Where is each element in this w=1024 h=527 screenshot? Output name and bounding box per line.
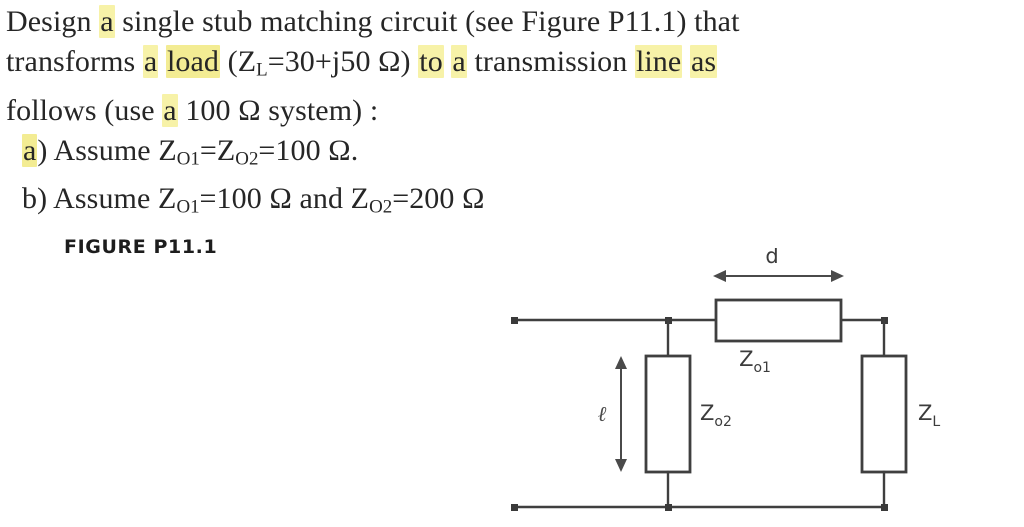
problem-line-1: Design a single stub matching circuit (s… [6,2,1012,42]
line3-highlight-a: a [162,93,178,127]
stub-box-zo2 [644,354,692,474]
line2-highlight-a: a [142,45,159,78]
label-zo2: Zo2 [700,401,732,430]
bottom-junction-stub [665,504,672,511]
problem-line-4-part-a: a) Assume ZO1=ZO2=100 Ω. [6,131,1016,180]
dimension-arrow-d-head-left [713,270,726,282]
figure-caption: FIGURE P11.1 [64,236,218,258]
label-d: d [765,248,778,268]
line4-subscript-2: O2 [235,148,259,170]
label-zo1-base: Z [739,347,753,371]
line4-segment-3: =100 Ω. [258,133,359,167]
line5-segment-2: =100 Ω and Z [199,182,370,216]
line2-zl-open: (Z [227,45,257,78]
line4-segment-2: =Z [199,133,236,167]
line2-segment-2: (ZL=30+j50 Ω) [227,45,411,81]
problem-line-3: follows (use a 100 Ω system) : [6,91,1016,131]
dimension-arrow-ell-head-bottom [615,459,627,472]
terminal-dot-top-left [511,317,518,324]
load-box-zl [860,354,908,474]
label-zl: ZL [918,401,940,430]
line5-subscript-2: O2 [369,197,393,219]
line2-zl-value: =30+j50 Ω) [267,45,411,78]
line2-highlight-line: line [634,45,683,78]
dimension-arrow-d-head-right [831,270,844,282]
problem-line-2: transforms a load (ZL=30+j50 Ω) to a tra… [6,42,1012,91]
line3-segment-2: 100 Ω system) : [185,93,379,127]
terminal-dot-bottom-left [511,504,518,511]
problem-statement: Design a single stub matching circuit (s… [6,2,1016,228]
line2-segment-3: transmission [474,45,628,78]
line2-highlight-as: as [689,45,718,78]
line5-subscript-1: O1 [176,197,200,219]
dimension-arrow-ell-head-top [615,356,627,369]
line1-highlight-a: a [99,5,115,38]
label-zo2-subscript: o2 [714,414,731,430]
line2-segment-1: transforms [6,45,136,78]
line2-zl-subscript: L [256,59,268,81]
label-ell: ℓ [598,402,607,426]
series-line-box-zo1 [714,298,843,343]
label-zo2-base: Z [700,401,714,425]
line5-segment-1: b) Assume Z [22,182,177,216]
label-zl-subscript: L [932,414,940,430]
label-zo1: Zo1 [739,347,771,376]
circuit-diagram: d Zo1 Zo2 ℓ ZL [490,248,1024,527]
line2-highlight-load: load [165,45,221,78]
line1-segment-2: single stub matching circuit (see Figure… [122,5,740,38]
line1-segment-1: Design [6,5,92,38]
line2-highlight-to: to [418,45,444,78]
line4-subscript-1: O1 [176,148,200,170]
line3-segment-1: follows (use [6,93,155,127]
line4-highlight-a: a [22,133,38,167]
label-zo1-subscript: o1 [753,360,770,376]
problem-line-5-part-b: b) Assume ZO1=100 Ω and ZO2=200 Ω [6,179,1016,228]
label-zl-base: Z [918,401,932,425]
line5-segment-3: =200 Ω [392,182,485,216]
line2-highlight-a2: a [451,45,467,78]
bottom-junction-load [881,504,888,511]
line4-segment-1: ) Assume Z [37,133,177,167]
